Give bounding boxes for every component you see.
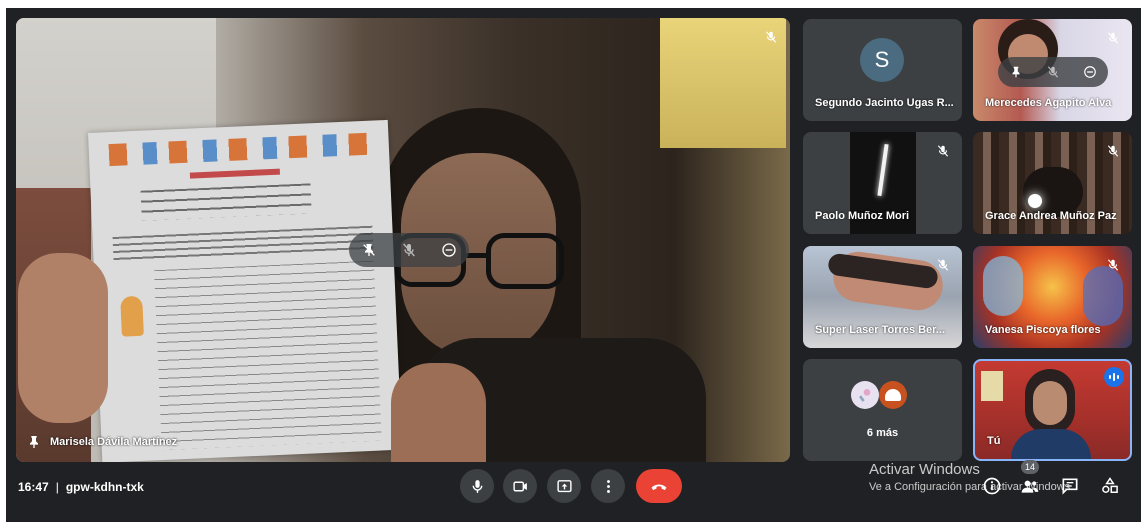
- end-call-icon: [651, 484, 667, 491]
- participant-name: Tú: [987, 435, 1001, 447]
- people-icon: [1021, 480, 1039, 493]
- more-participants-tile[interactable]: 6 más: [803, 359, 962, 461]
- main-video-tile[interactable]: Marisela Dávila Martínez: [16, 18, 790, 462]
- participant-name: Segundo Jacinto Ugas R...: [815, 97, 954, 109]
- activities-button[interactable]: [1098, 474, 1122, 498]
- present-button[interactable]: [547, 469, 581, 503]
- mic-button[interactable]: [460, 469, 494, 503]
- participant-tile[interactable]: Merecedes Agapito Alva: [973, 19, 1132, 121]
- chat-button[interactable]: [1058, 474, 1082, 498]
- mic-off-icon: [1104, 256, 1122, 274]
- participant-name: Vanesa Piscoya flores: [985, 324, 1101, 336]
- participant-tile[interactable]: Vanesa Piscoya flores: [973, 246, 1132, 348]
- presenter-name: Marisela Dávila Martínez: [50, 436, 178, 448]
- meeting-info: 16:47 | gpw-kdhn-txk: [18, 480, 144, 494]
- meet-window: Marisela Dávila Martínez S Segundo Jacin…: [6, 8, 1141, 522]
- mic-off-icon: [1104, 29, 1122, 47]
- tile-hover-menu: [998, 57, 1108, 87]
- avatar: [851, 381, 879, 409]
- meeting-code: gpw-kdhn-txk: [65, 480, 144, 494]
- pin-icon: [30, 436, 38, 448]
- more-options-button[interactable]: [591, 469, 625, 503]
- mic-off-icon: [762, 28, 780, 46]
- person-hand-right: [391, 363, 486, 462]
- participant-name: Paolo Muñoz Mori: [815, 210, 910, 222]
- mic-off-icon[interactable]: [1046, 65, 1060, 79]
- self-tile[interactable]: Tú: [973, 359, 1132, 461]
- presenter-label: Marisela Dávila Martínez: [26, 434, 177, 450]
- activities-icon: [1102, 477, 1118, 493]
- present-screen-icon: [556, 479, 572, 492]
- people-count-badge: 14: [1021, 460, 1039, 474]
- pin-icon[interactable]: [361, 242, 377, 258]
- mic-off-icon: [934, 256, 952, 274]
- worksheet-paper: [88, 119, 403, 462]
- remove-icon[interactable]: [1083, 65, 1097, 79]
- camera-button[interactable]: [503, 469, 537, 503]
- participant-name: Super Laser Torres Ber...: [815, 324, 946, 336]
- chat-icon: [1062, 478, 1078, 495]
- activation-watermark: Activar Windows Ve a Configuración para …: [869, 461, 1073, 493]
- tile-hover-menu: [349, 233, 469, 267]
- camera-icon: [512, 481, 527, 491]
- participant-tile[interactable]: S Segundo Jacinto Ugas R...: [803, 19, 962, 121]
- activation-subtitle: Ve a Configuración para activar Windows.: [869, 481, 1074, 493]
- mic-off-icon: [1104, 142, 1122, 160]
- pin-icon[interactable]: [1009, 65, 1023, 79]
- participant-tile[interactable]: Super Laser Torres Ber...: [803, 246, 962, 348]
- more-participants-label: 6 más: [866, 427, 899, 439]
- separator: |: [55, 480, 59, 494]
- control-bar: 16:47 | gpw-kdhn-txk Activar Windows Ve …: [6, 454, 1141, 522]
- speaking-indicator: [1104, 367, 1124, 387]
- participant-tile[interactable]: Paolo Muñoz Mori: [803, 132, 962, 234]
- meeting-details-button[interactable]: [980, 474, 1004, 498]
- remove-icon[interactable]: [441, 242, 457, 258]
- person-hand-left: [18, 253, 108, 423]
- activation-title: Activar Windows: [869, 461, 980, 478]
- people-button[interactable]: 14: [1018, 460, 1042, 498]
- avatar: [879, 381, 907, 409]
- mic-icon: [472, 479, 482, 493]
- mic-off-icon[interactable]: [401, 242, 417, 258]
- leave-call-button[interactable]: [636, 469, 682, 503]
- participant-name: Grace Andrea Muñoz Paz: [985, 210, 1117, 222]
- participant-tile[interactable]: Grace Andrea Muñoz Paz: [973, 132, 1132, 234]
- mic-off-icon: [934, 142, 952, 160]
- more-vert-icon: [606, 479, 610, 493]
- info-icon: [983, 477, 1001, 495]
- avatar: S: [860, 38, 904, 82]
- participant-name: Merecedes Agapito Alva: [985, 97, 1112, 109]
- meeting-time: 16:47: [18, 480, 49, 494]
